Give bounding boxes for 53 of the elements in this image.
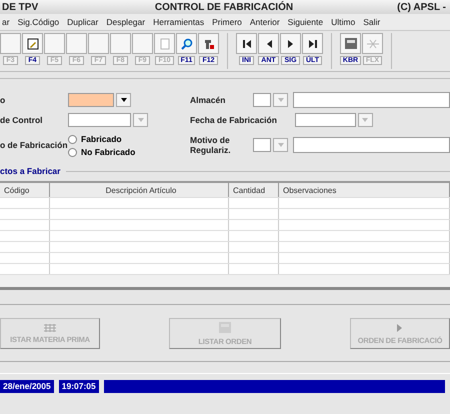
dropdown-arrow-icon xyxy=(138,118,144,122)
dropdown-arrow-icon xyxy=(120,98,126,102)
dropdown-arrow-icon xyxy=(362,118,368,122)
status-time: 19:07:05 xyxy=(58,380,99,393)
column-header[interactable]: Código xyxy=(0,183,50,197)
menu-item[interactable]: Herramientas xyxy=(153,17,204,27)
field-label: Fecha de Fabricación xyxy=(190,115,277,125)
radio-button[interactable]: Fabricado xyxy=(68,134,190,144)
window-title: CONTROL DE FABRICACIÓN xyxy=(154,2,294,12)
first-icon xyxy=(242,38,252,48)
input-field[interactable] xyxy=(293,92,450,108)
status-date: 28/ene/2005 xyxy=(0,380,54,393)
dropdown-arrow-icon xyxy=(278,98,284,102)
search-icon xyxy=(180,38,192,50)
menu-item[interactable]: Desplegar xyxy=(106,17,146,27)
window-title: DE TPV xyxy=(2,2,38,12)
combo-field[interactable] xyxy=(68,93,114,107)
combo-field[interactable] xyxy=(294,113,356,127)
arrow-icon xyxy=(396,322,404,332)
column-header[interactable]: Observaciones xyxy=(279,183,450,197)
page-icon xyxy=(160,38,170,50)
combo-field[interactable] xyxy=(253,93,271,107)
printer-icon xyxy=(344,37,358,50)
copyright-text: (C) APSL - xyxy=(397,2,446,12)
menu-item[interactable]: Anterior xyxy=(250,17,280,27)
menu-item[interactable]: Sig.Código xyxy=(18,17,60,27)
menu-item[interactable]: Ultimo xyxy=(331,17,356,27)
menu-item[interactable]: Siguiente xyxy=(288,17,324,27)
menu-item[interactable]: Primero xyxy=(212,17,242,27)
dropdown-arrow-icon xyxy=(278,142,284,146)
section-title: ctos a Fabricar xyxy=(0,166,60,176)
column-header[interactable]: Cantidad xyxy=(229,183,279,197)
menu-item[interactable]: Duplicar xyxy=(67,17,98,27)
grid-icon xyxy=(44,324,56,332)
cross-icon xyxy=(366,38,380,50)
next-icon xyxy=(286,38,296,48)
field-label: Motivo de Regulariz. xyxy=(190,134,232,154)
menu-item[interactable]: ar xyxy=(2,17,10,27)
combo-field[interactable] xyxy=(253,138,271,152)
field-label: de Control xyxy=(0,115,44,125)
printer-icon xyxy=(218,321,232,334)
field-label: Almacén xyxy=(190,95,226,105)
menu-item[interactable]: Salir xyxy=(363,17,380,27)
last-icon xyxy=(308,38,318,48)
document-icon xyxy=(26,38,38,50)
field-label: o de Fabricación xyxy=(0,140,68,150)
input-field[interactable] xyxy=(293,136,450,152)
field-label: o xyxy=(0,95,6,105)
tool-icon xyxy=(202,38,214,50)
column-header[interactable]: Descripción Artículo xyxy=(50,183,229,197)
dropdown-button[interactable] xyxy=(116,93,131,107)
radio-button[interactable]: No Fabricado xyxy=(68,147,190,157)
combo-field[interactable] xyxy=(68,113,131,127)
